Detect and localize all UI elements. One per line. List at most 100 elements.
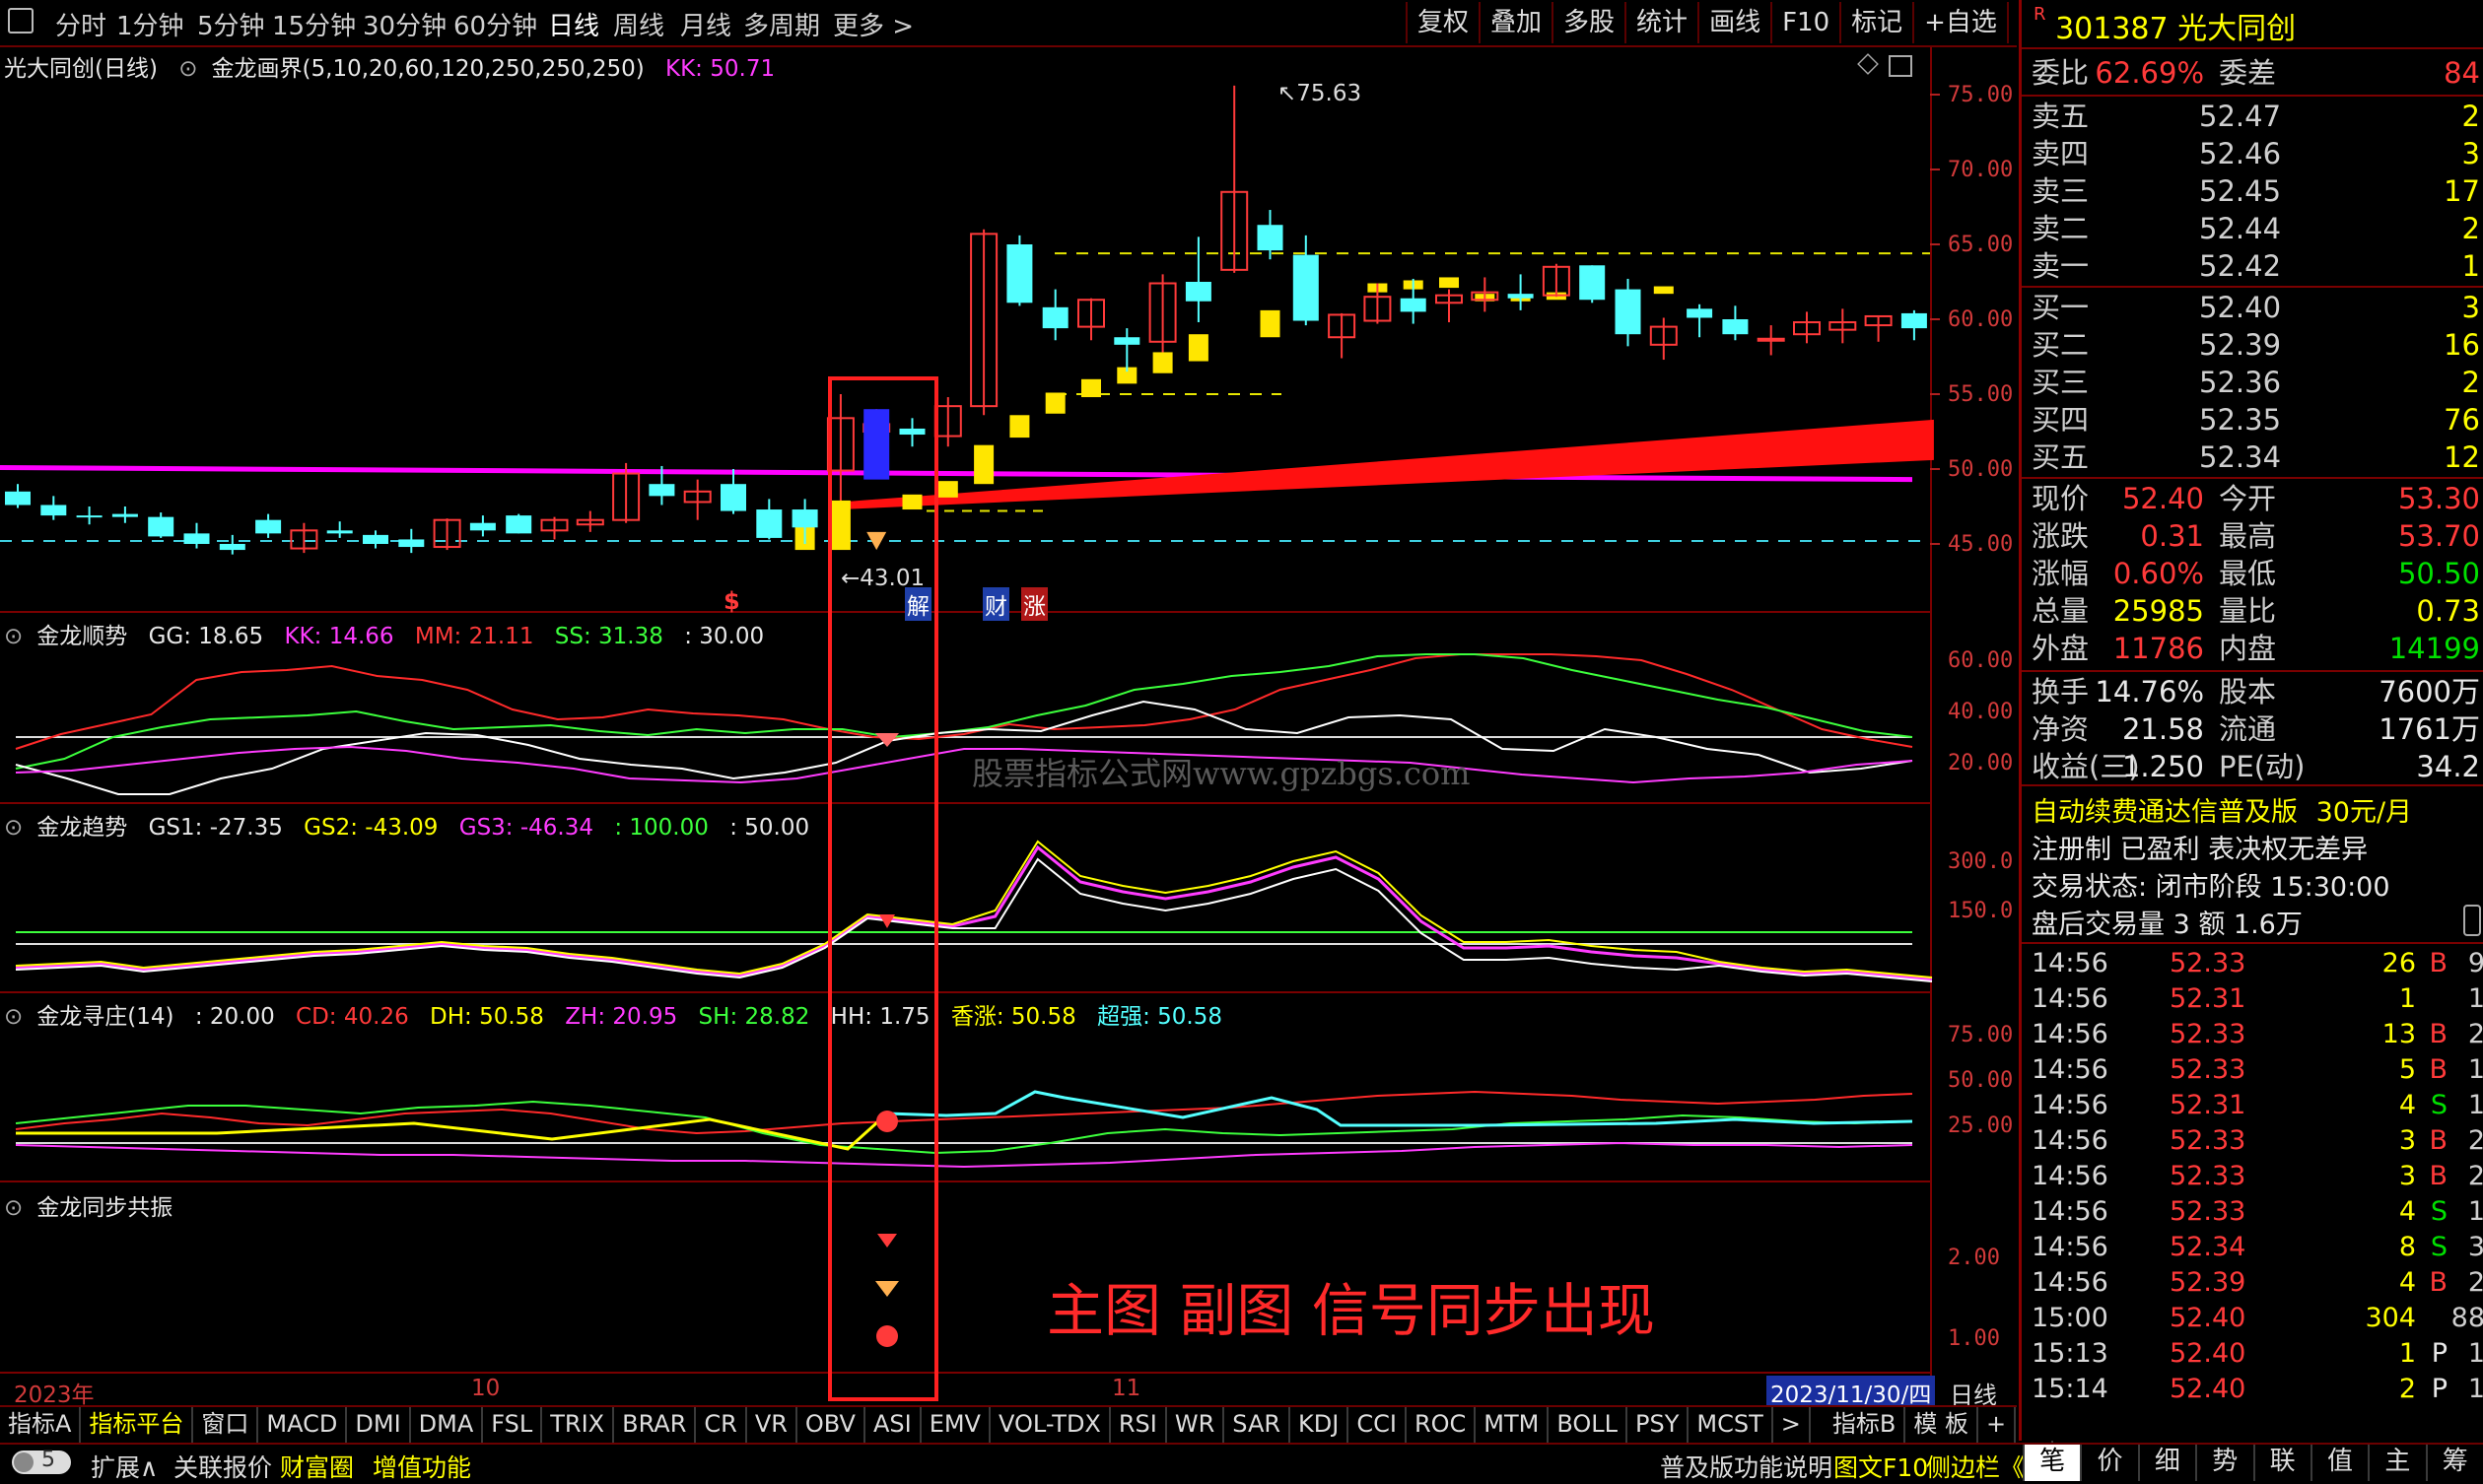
panel1-y-label: 40.00 bbox=[1948, 700, 2014, 724]
stat2-row-0: 换手 14.76% 股本 7600万 bbox=[2032, 674, 2480, 710]
current-date-label: 2023/11/30/四 bbox=[1766, 1376, 1936, 1409]
stat-row-1-value2: 53.70 bbox=[2397, 519, 2480, 553]
side-tab-5[interactable]: 值 bbox=[2310, 1445, 2368, 1481]
stat-row-2-label: 涨幅 bbox=[2032, 557, 2090, 590]
collapse-icon[interactable]: ⊙ bbox=[178, 56, 197, 82]
side-tab-3[interactable]: 势 bbox=[2195, 1445, 2252, 1481]
support-marker bbox=[1081, 378, 1101, 398]
period-tab-7[interactable]: 周线 bbox=[613, 6, 664, 42]
side-tab-7[interactable]: 筹 bbox=[2425, 1445, 2483, 1481]
toggle-switch[interactable]: 5 bbox=[12, 1448, 71, 1474]
panel2-name[interactable]: 金龙趋势 bbox=[36, 815, 127, 841]
indicator-tab-21[interactable]: MTM bbox=[1476, 1407, 1550, 1443]
side-tab-2[interactable]: 细 bbox=[2137, 1445, 2195, 1481]
indicator-tab-0[interactable]: 指标A bbox=[0, 1407, 82, 1443]
indicator-tab-9[interactable]: CR bbox=[696, 1407, 747, 1443]
indicator-tab-6[interactable]: FSL bbox=[483, 1407, 543, 1443]
period-tab-4[interactable]: 30分钟 bbox=[363, 6, 447, 42]
scroll-icon[interactable] bbox=[2463, 905, 2481, 936]
indicator-tab-20[interactable]: ROC bbox=[1407, 1407, 1477, 1443]
toolbar-button-7[interactable]: +自选 bbox=[1912, 2, 2007, 43]
panel2-collapse-icon[interactable]: ⊙ bbox=[4, 815, 23, 841]
indicator-tab-28[interactable]: + bbox=[1978, 1407, 2017, 1443]
indicator-tab-2[interactable]: 窗口 bbox=[193, 1407, 259, 1443]
period-tab-3[interactable]: 15分钟 bbox=[272, 6, 356, 42]
indicator-tab-26[interactable]: 指标B bbox=[1825, 1407, 1906, 1443]
panel1-name[interactable]: 金龙顺势 bbox=[36, 624, 127, 649]
toolbar-button-5[interactable]: F10 bbox=[1770, 2, 1839, 43]
tick-count: 1 bbox=[2467, 983, 2483, 1014]
indicator-tab-7[interactable]: TRIX bbox=[542, 1407, 615, 1443]
candle-body bbox=[219, 544, 245, 551]
toolbar-button-0[interactable]: 复权 bbox=[1406, 2, 1479, 43]
indicator-tab-13[interactable]: EMV bbox=[922, 1407, 991, 1443]
indicator-tab-25[interactable]: > bbox=[1773, 1407, 1811, 1443]
indicator-tab-8[interactable]: BRAR bbox=[614, 1407, 697, 1443]
indicator-tab-19[interactable]: CCI bbox=[1348, 1407, 1407, 1443]
signal-s-mark: $ bbox=[724, 587, 740, 615]
period-toolbar: 分时 1分钟 5分钟 15分钟 30分钟 60分钟 日线 周线 月线 多周期 更多 > 复权 叠加 多股… bbox=[0, 0, 2070, 47]
side-tab-1[interactable]: 价 bbox=[2080, 1445, 2137, 1481]
toolbar-button-3[interactable]: 统计 bbox=[1624, 2, 1697, 43]
side-tab-0[interactable]: 笔 bbox=[2023, 1445, 2081, 1481]
panel3-sh-line bbox=[15, 1100, 1913, 1155]
period-tab-2[interactable]: 5分钟 bbox=[197, 6, 265, 42]
support-marker bbox=[937, 481, 958, 498]
toolbar-button-2[interactable]: 多股 bbox=[1552, 2, 1624, 43]
panel4-name[interactable]: 金龙同步共振 bbox=[36, 1195, 172, 1221]
candle-body bbox=[5, 491, 31, 506]
indicator-tab-11[interactable]: OBV bbox=[797, 1407, 865, 1443]
tick-volume: 2 bbox=[2398, 1374, 2416, 1404]
indicator-tab-4[interactable]: DMI bbox=[347, 1407, 411, 1443]
indicator-tab-18[interactable]: KDJ bbox=[1290, 1407, 1349, 1443]
tick-count: 1 bbox=[2467, 1374, 2483, 1404]
sell-level-1-volume: 1 bbox=[2461, 249, 2480, 283]
period-tab-9[interactable]: 多周期 bbox=[743, 6, 820, 42]
sell-level-4-label: 卖四 bbox=[2032, 137, 2090, 170]
indicator-tab-15[interactable]: RSI bbox=[1111, 1407, 1167, 1443]
indicator-tab-16[interactable]: WR bbox=[1167, 1407, 1225, 1443]
period-tab-0[interactable]: 分时 bbox=[55, 6, 106, 42]
period-tab-10[interactable]: 更多 > bbox=[833, 6, 914, 42]
panel3-name[interactable]: 金龙寻庄(14) bbox=[36, 1004, 173, 1030]
period-tab-5[interactable]: 60分钟 bbox=[453, 6, 537, 42]
period-tab-8[interactable]: 月线 bbox=[680, 6, 731, 42]
weicha-label: 委差 bbox=[2219, 56, 2277, 90]
candle-body bbox=[506, 515, 532, 534]
toolbar-button-4[interactable]: 画线 bbox=[1697, 2, 1770, 43]
tick-time: 14:56 bbox=[2032, 1054, 2108, 1085]
stat-row-4-label: 外盘 bbox=[2032, 632, 2090, 665]
panel3-collapse-icon[interactable]: ⊙ bbox=[4, 1004, 23, 1030]
period-tab-1[interactable]: 1分钟 bbox=[116, 6, 184, 42]
indicator-tab-10[interactable]: VR bbox=[747, 1407, 797, 1443]
indicator-tab-24[interactable]: MCST bbox=[1689, 1407, 1773, 1443]
toolbar-button-1[interactable]: 叠加 bbox=[1479, 2, 1552, 43]
indicator-tab-22[interactable]: BOLL bbox=[1549, 1407, 1628, 1443]
kline-chart-area[interactable] bbox=[0, 47, 2017, 1403]
indicator-tab-23[interactable]: PSY bbox=[1627, 1407, 1690, 1443]
indicator-tab-17[interactable]: SAR bbox=[1224, 1407, 1291, 1443]
period-tab-6[interactable]: 日线 bbox=[548, 6, 599, 42]
panel4-collapse-icon[interactable]: ⊙ bbox=[4, 1195, 23, 1221]
toolbar-button-6[interactable]: 标记 bbox=[1839, 2, 1912, 43]
indicator-tab-27[interactable]: 模 板 bbox=[1905, 1407, 1978, 1443]
promo-price: 30元/月 bbox=[2315, 797, 2413, 828]
main-indicator-name[interactable]: 金龙画界(5,10,20,60,120,250,250,250) bbox=[212, 56, 645, 82]
indicator-tab-5[interactable]: DMA bbox=[411, 1407, 484, 1443]
side-tab-6[interactable]: 主 bbox=[2368, 1445, 2425, 1481]
window-menu-icon[interactable] bbox=[8, 8, 34, 34]
indicator-tab-1[interactable]: 指标平台 bbox=[81, 1407, 194, 1443]
sell-level-3-label: 卖三 bbox=[2032, 174, 2090, 208]
chart-window-icon[interactable] bbox=[1889, 55, 1912, 77]
tick-volume: 4 bbox=[2398, 1090, 2416, 1120]
indicator-tab-3[interactable]: MACD bbox=[258, 1407, 348, 1443]
ma-band-fill bbox=[840, 419, 1934, 510]
panel1-collapse-icon[interactable]: ⊙ bbox=[4, 624, 23, 649]
panel3-c: : 20.00 bbox=[194, 1004, 275, 1030]
side-tab-4[interactable]: 联 bbox=[2252, 1445, 2311, 1481]
indicator-tab-14[interactable]: VOL-TDX bbox=[991, 1407, 1111, 1443]
sell-level-2-price: 52.44 bbox=[2199, 212, 2282, 245]
promo-line[interactable]: 自动续费通达信普及版 30元/月 bbox=[2032, 790, 2412, 829]
indicator-tab-12[interactable]: ASI bbox=[865, 1407, 922, 1443]
panel3-cd-line bbox=[15, 1090, 1913, 1135]
